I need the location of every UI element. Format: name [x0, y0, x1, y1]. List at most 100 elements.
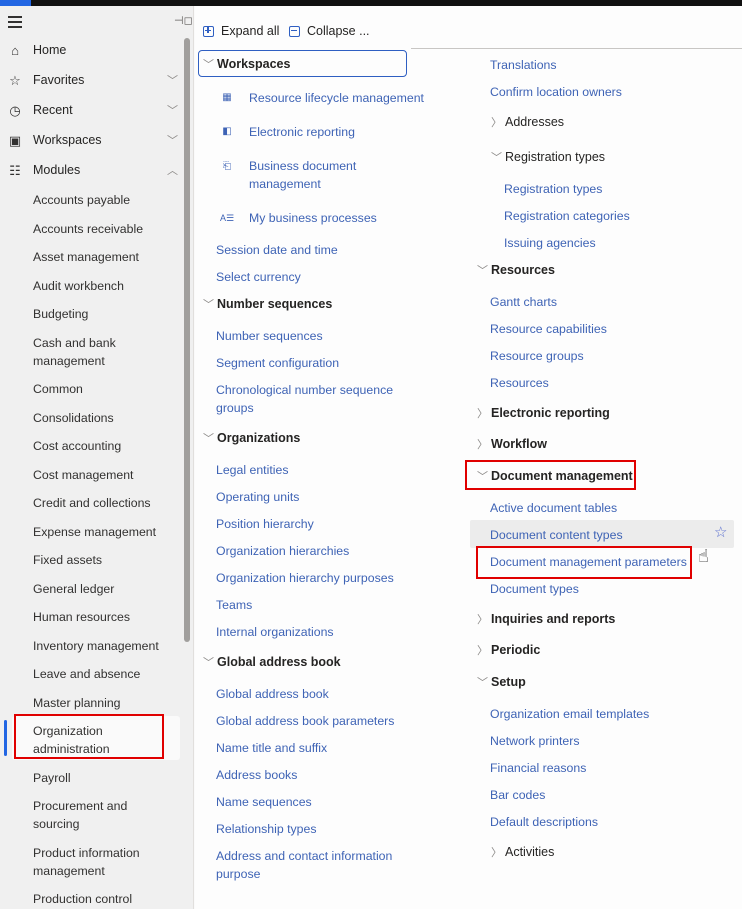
- link[interactable]: Resources: [490, 374, 549, 392]
- sidebar-scrollbar[interactable]: [184, 38, 190, 642]
- link[interactable]: Segment configuration: [216, 354, 339, 372]
- link[interactable]: Registration categories: [504, 207, 630, 225]
- module-item[interactable]: Fixed assets: [33, 551, 178, 569]
- link[interactable]: Confirm location owners: [490, 83, 622, 101]
- link[interactable]: Address and contact information purpose: [216, 847, 401, 883]
- group-header-global-address-book[interactable]: ﹀ Global address book: [203, 654, 341, 670]
- collapse-all-button[interactable]: Collapse ...: [289, 24, 370, 38]
- group-header-label: Registration types: [505, 150, 606, 164]
- link[interactable]: Resource capabilities: [490, 320, 607, 338]
- nav-item-modules[interactable]: ☷ Modules ︿: [0, 157, 184, 183]
- module-item[interactable]: Product information management: [33, 844, 153, 880]
- group-header-periodic[interactable]: 〉 Periodic: [477, 642, 540, 658]
- module-item[interactable]: Expense management: [33, 523, 178, 541]
- expand-icon: [203, 25, 214, 37]
- module-item[interactable]: Master planning: [33, 694, 178, 712]
- module-item[interactable]: Asset management: [33, 248, 178, 266]
- link[interactable]: Active document tables: [490, 499, 617, 517]
- chevron-right-icon: 〉: [477, 614, 488, 626]
- link[interactable]: Bar codes: [490, 786, 545, 804]
- group-header-inquiries-and-reports[interactable]: 〉 Inquiries and reports: [477, 611, 615, 627]
- group-header-organizations[interactable]: ﹀ Organizations: [203, 430, 300, 446]
- module-item[interactable]: Accounts payable: [33, 191, 178, 209]
- link[interactable]: Registration types: [504, 180, 602, 198]
- workspace-icon: ▣: [8, 132, 22, 148]
- link[interactable]: Legal entities: [216, 461, 288, 479]
- group-header-label: Organizations: [217, 431, 301, 445]
- link[interactable]: Relationship types: [216, 820, 316, 838]
- module-item[interactable]: Cost management: [33, 466, 178, 484]
- link[interactable]: Organization email templates: [490, 705, 649, 723]
- link[interactable]: Gantt charts: [490, 293, 557, 311]
- workspace-link[interactable]: My business processes: [249, 209, 377, 227]
- module-item[interactable]: Credit and collections: [33, 494, 178, 512]
- expand-all-button[interactable]: Expand all: [203, 24, 279, 38]
- link[interactable]: Default descriptions: [490, 813, 598, 831]
- group-header-workflow[interactable]: 〉 Workflow: [477, 436, 547, 452]
- link[interactable]: Document types: [490, 580, 579, 598]
- link[interactable]: Teams: [216, 596, 252, 614]
- group-header-resources[interactable]: ﹀ Resources: [477, 262, 555, 278]
- chevron-up-icon[interactable]: ︿: [167, 162, 178, 178]
- add-favorite-star-icon[interactable]: ☆: [714, 523, 727, 541]
- link[interactable]: Organization hierarchies: [216, 542, 349, 560]
- highlight-box-module: [14, 714, 164, 759]
- link[interactable]: Name sequences: [216, 793, 312, 811]
- nav-item-home[interactable]: ⌂ Home: [0, 37, 184, 63]
- group-header-addresses[interactable]: 〉 Addresses: [491, 114, 564, 130]
- group-header-setup[interactable]: ﹀ Setup: [477, 674, 526, 690]
- chevron-down-icon[interactable]: ﹀: [167, 132, 178, 148]
- pin-pane-icon[interactable]: ⊣◻: [174, 14, 193, 27]
- chevron-down-icon[interactable]: ﹀: [167, 102, 178, 118]
- module-item[interactable]: Accounts receivable: [33, 220, 178, 238]
- link[interactable]: Session date and time: [216, 241, 338, 259]
- link[interactable]: Global address book parameters: [216, 712, 394, 730]
- nav-item-recent[interactable]: ◷ Recent ﹀: [0, 97, 184, 123]
- module-item[interactable]: Procurement and sourcing: [33, 797, 143, 833]
- group-header-number-sequences[interactable]: ﹀ Number sequences: [203, 296, 332, 312]
- module-content: Expand all Collapse ... ﹀ Workspaces ▦ R…: [195, 6, 742, 909]
- module-item[interactable]: Cash and bank management: [33, 334, 143, 370]
- group-header-workspaces[interactable]: ﹀ Workspaces: [203, 56, 290, 72]
- nav-item-favorites[interactable]: ☆ Favorites ﹀: [0, 67, 184, 93]
- module-item[interactable]: Cost accounting: [33, 437, 178, 455]
- module-item[interactable]: Inventory management: [33, 637, 178, 655]
- module-item[interactable]: Production control: [33, 890, 178, 908]
- chevron-down-icon[interactable]: ﹀: [167, 72, 178, 88]
- link[interactable]: Chronological number sequence groups: [216, 381, 401, 417]
- nav-item-label: Recent: [33, 103, 73, 117]
- module-item[interactable]: General ledger: [33, 580, 178, 598]
- nav-item-workspaces[interactable]: ▣ Workspaces ﹀: [0, 127, 184, 153]
- workspace-link[interactable]: Electronic reporting: [249, 123, 355, 141]
- module-item[interactable]: Payroll: [33, 769, 178, 787]
- link[interactable]: Global address book: [216, 685, 329, 703]
- link[interactable]: Select currency: [216, 268, 301, 286]
- module-item[interactable]: Budgeting: [33, 305, 178, 323]
- workspace-link[interactable]: Resource lifecycle management: [249, 89, 424, 107]
- modules-list-icon: ☷: [9, 162, 21, 178]
- link[interactable]: Internal organizations: [216, 623, 334, 641]
- module-item[interactable]: Leave and absence: [33, 665, 178, 683]
- link[interactable]: Number sequences: [216, 327, 323, 345]
- link[interactable]: Issuing agencies: [504, 234, 596, 252]
- group-header-electronic-reporting[interactable]: 〉 Electronic reporting: [477, 405, 610, 421]
- module-item[interactable]: Audit workbench: [33, 277, 178, 295]
- module-item[interactable]: Common: [33, 380, 178, 398]
- link-hovered[interactable]: Document content types: [490, 526, 623, 544]
- link[interactable]: Translations: [490, 56, 557, 74]
- link[interactable]: Financial reasons: [490, 759, 586, 777]
- link[interactable]: Resource groups: [490, 347, 584, 365]
- group-header-registration-types[interactable]: ﹀ Registration types: [491, 149, 605, 165]
- link[interactable]: Operating units: [216, 488, 299, 506]
- link[interactable]: Position hierarchy: [216, 515, 314, 533]
- hamburger-menu-icon[interactable]: [8, 16, 22, 28]
- workspace-link[interactable]: Business document management: [249, 157, 369, 193]
- link[interactable]: Address books: [216, 766, 297, 784]
- link[interactable]: Name title and suffix: [216, 739, 327, 757]
- module-item[interactable]: Consolidations: [33, 409, 178, 427]
- link[interactable]: Network printers: [490, 732, 580, 750]
- group-header-activities[interactable]: 〉 Activities: [491, 844, 554, 860]
- chevron-right-icon: 〉: [477, 439, 488, 451]
- link[interactable]: Organization hierarchy purposes: [216, 569, 394, 587]
- module-item[interactable]: Human resources: [33, 608, 178, 626]
